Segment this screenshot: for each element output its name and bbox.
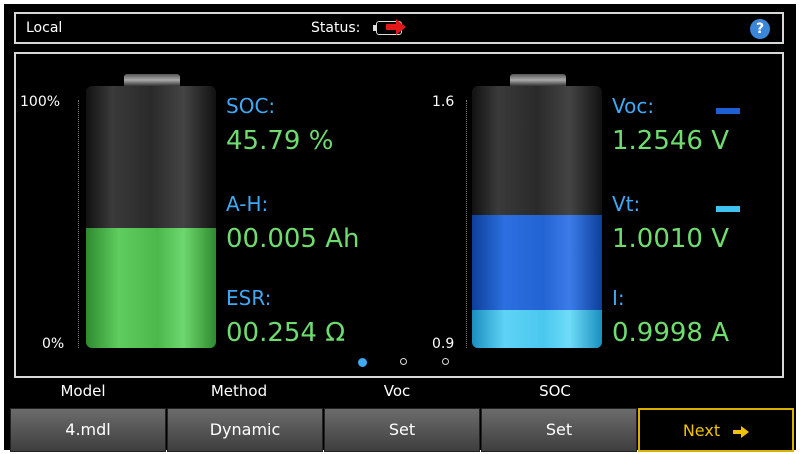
ah-value: 00.005 Ah: [226, 224, 360, 254]
vt-fill: [472, 310, 602, 348]
page-dot[interactable]: [400, 358, 407, 365]
right-scale-bottom: 0.9: [432, 336, 455, 352]
status-bar: Local Status: ?: [14, 12, 784, 44]
soc-value: 45.79 %: [226, 126, 334, 156]
page-dot[interactable]: [358, 358, 367, 367]
vt-value: 1.0010 V: [612, 224, 730, 254]
voc-legend-swatch: [716, 108, 740, 114]
softkey-label-model: Model: [60, 382, 106, 400]
esr-value: 00.254 Ω: [226, 318, 346, 348]
esr-label: ESR:: [226, 286, 272, 310]
current-value: 0.9998 A: [612, 318, 730, 348]
softkey-label-soc: SOC: [539, 382, 571, 400]
current-label: I:: [612, 286, 625, 310]
page-dot[interactable]: [442, 358, 449, 365]
status-label: Status:: [311, 20, 361, 36]
left-scale-bottom: 0%: [42, 336, 65, 352]
voc-value: 1.2546 V: [612, 126, 730, 156]
battery-cap: [510, 74, 566, 86]
help-icon[interactable]: ?: [750, 19, 770, 39]
softkey-label-voc: Voc: [383, 382, 411, 400]
softkey-bar: 4.mdl Dynamic Set Set Next: [10, 408, 798, 452]
soc-set-button[interactable]: Set: [481, 408, 637, 452]
model-button[interactable]: 4.mdl: [10, 408, 166, 452]
soc-label: SOC:: [226, 94, 276, 118]
instrument-screen: Local Status: ? 100% 0% SOC: 45.79 % A-H…: [4, 4, 798, 452]
battery-body: [472, 86, 602, 348]
arrow-right-icon: [733, 425, 750, 438]
battery-cap: [124, 74, 180, 86]
voc-set-button[interactable]: Set: [324, 408, 480, 452]
next-button[interactable]: Next: [638, 408, 794, 452]
mode-indicator: Local: [26, 20, 63, 36]
red-arrow-icon: [386, 19, 406, 35]
left-scale-ticks: [72, 100, 79, 348]
vt-label: Vt:: [612, 192, 641, 216]
soc-fill: [86, 228, 216, 348]
voc-label: Voc:: [612, 94, 655, 118]
next-label: Next: [682, 421, 721, 440]
ah-label: A-H:: [226, 192, 269, 216]
gauge-panel: 100% 0% SOC: 45.79 % A-H: 00.005 Ah ESR:…: [14, 52, 784, 378]
method-button[interactable]: Dynamic: [167, 408, 323, 452]
battery-body: [86, 86, 216, 348]
softkey-label-method: Method: [210, 382, 268, 400]
right-scale-top: 1.6: [432, 94, 455, 110]
right-scale-ticks: [460, 100, 467, 348]
vt-legend-swatch: [716, 206, 740, 212]
left-scale-top: 100%: [20, 94, 61, 110]
